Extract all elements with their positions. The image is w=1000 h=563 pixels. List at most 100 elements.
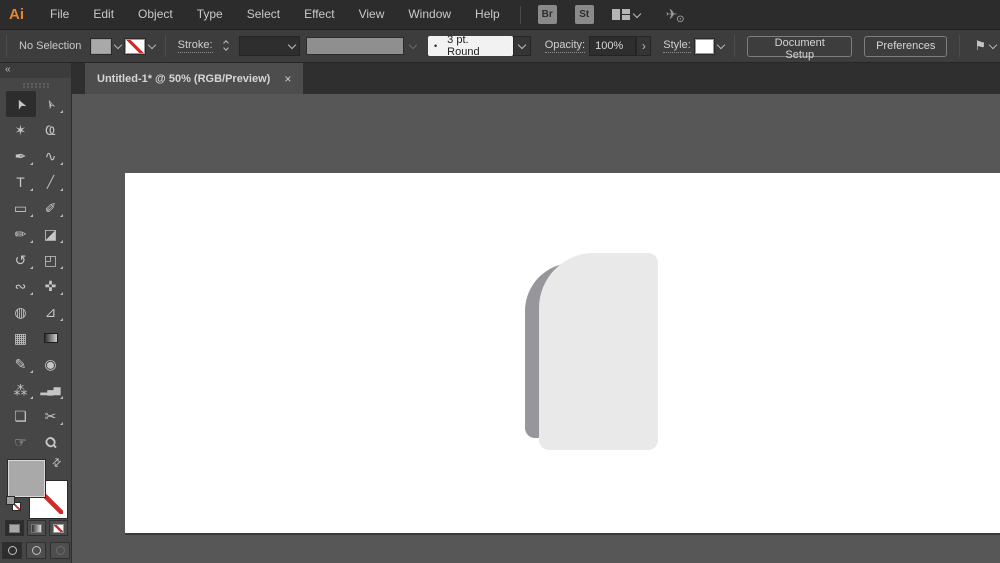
paint-mode-row bbox=[0, 520, 72, 536]
lasso-tool[interactable]: Ҩ bbox=[36, 117, 66, 143]
zoom-tool[interactable]: Ϙ bbox=[36, 429, 66, 455]
document-setup-button[interactable]: Document Setup bbox=[747, 35, 853, 61]
shape-builder-tool[interactable]: ◍ bbox=[6, 299, 36, 325]
canvas-area[interactable] bbox=[72, 94, 1000, 563]
chevron-down-icon[interactable] bbox=[632, 9, 641, 18]
color-button[interactable] bbox=[4, 520, 24, 536]
workspace-switcher-icon[interactable] bbox=[611, 9, 630, 20]
none-button[interactable] bbox=[48, 520, 68, 536]
width-tool-icon: ∾ bbox=[14, 278, 27, 294]
draw-inside-button bbox=[50, 542, 70, 559]
document-tab[interactable]: Untitled-1* @ 50% (RGB/Preview) × bbox=[85, 63, 304, 94]
slice-tool[interactable]: ✂ bbox=[36, 403, 66, 429]
menu-edit[interactable]: Edit bbox=[81, 0, 126, 29]
fill-indicator[interactable] bbox=[7, 459, 46, 498]
curvature-tool[interactable]: ∿ bbox=[36, 143, 66, 169]
draw-normal-icon bbox=[7, 546, 17, 555]
preferences-button[interactable]: Preferences bbox=[864, 35, 948, 57]
stepper-down-icon[interactable] bbox=[222, 44, 229, 51]
gpu-performance-icon[interactable]: ✈ ⊙ bbox=[666, 6, 685, 25]
chevron-down-icon[interactable] bbox=[113, 40, 123, 50]
brush-dropdown-button[interactable] bbox=[512, 36, 531, 56]
color-icon bbox=[8, 523, 20, 533]
hand-tool[interactable]: ☞ bbox=[6, 429, 36, 455]
selection-tool[interactable]: ➤ bbox=[5, 91, 36, 117]
opacity-more-button[interactable]: › bbox=[636, 36, 652, 56]
bridge-button[interactable]: Br bbox=[537, 5, 557, 24]
paintbrush-tool[interactable]: ✐ bbox=[36, 195, 66, 221]
column-graph-tool[interactable]: ▂▄▆ bbox=[36, 377, 66, 403]
chevron-down-icon[interactable] bbox=[147, 40, 156, 50]
menu-select[interactable]: Select bbox=[235, 0, 292, 29]
pencil-tool[interactable]: ✏ bbox=[6, 221, 36, 247]
type-tool[interactable]: T bbox=[6, 169, 36, 195]
width-tool[interactable]: ∾ bbox=[6, 273, 36, 299]
chevron-down-icon bbox=[287, 40, 296, 50]
perspective-grid-tool[interactable]: ⊿ bbox=[36, 299, 66, 325]
illustrator-window: Ai File Edit Object Type Select Effect V… bbox=[0, 0, 1000, 563]
menu-object[interactable]: Object bbox=[126, 0, 185, 29]
select-similar-icon[interactable]: ⚑ bbox=[974, 38, 986, 54]
artboard[interactable] bbox=[125, 173, 1000, 533]
artwork-shape[interactable] bbox=[525, 253, 658, 450]
stroke-color-swatch[interactable] bbox=[124, 37, 146, 55]
divider bbox=[959, 35, 961, 57]
fill-color-swatch[interactable] bbox=[90, 37, 113, 55]
menu-window[interactable]: Window bbox=[396, 0, 463, 29]
eraser-tool-icon: ◪ bbox=[43, 226, 58, 242]
opacity-input[interactable]: 100% bbox=[589, 36, 637, 56]
eraser-tool[interactable]: ◪ bbox=[36, 221, 66, 247]
menu-effect[interactable]: Effect bbox=[292, 0, 346, 29]
draw-behind-icon bbox=[31, 546, 41, 555]
panel-collapse-button[interactable]: « bbox=[0, 63, 71, 78]
chevron-down-icon bbox=[408, 40, 418, 50]
style-label[interactable]: Style: bbox=[663, 39, 691, 53]
artboard-tool[interactable]: ❏ bbox=[6, 403, 36, 429]
opacity-label[interactable]: Opacity: bbox=[544, 39, 586, 53]
rotate-tool[interactable]: ↺ bbox=[6, 247, 36, 273]
rectangle-tool[interactable]: ▭ bbox=[6, 195, 36, 221]
close-icon[interactable]: × bbox=[284, 72, 291, 86]
brush-dot-icon: • bbox=[434, 41, 438, 51]
column-graph-tool-icon: ▂▄▆ bbox=[40, 384, 61, 395]
eyedropper-tool[interactable]: ✎ bbox=[6, 351, 36, 377]
chevron-down-icon[interactable] bbox=[988, 40, 998, 50]
gradient-button[interactable] bbox=[26, 520, 46, 536]
line-segment-tool[interactable]: ╱ bbox=[36, 169, 66, 195]
chevron-down-icon[interactable] bbox=[717, 40, 726, 50]
puppet-warp-tool-icon: ✜ bbox=[44, 278, 57, 294]
direct-selection-tool[interactable]: ➣ bbox=[36, 91, 66, 117]
pen-tool-icon: ✒ bbox=[14, 148, 27, 164]
pen-tool[interactable]: ✒ bbox=[6, 143, 36, 169]
divider bbox=[6, 35, 7, 57]
draw-behind-button[interactable] bbox=[26, 542, 46, 559]
swap-fill-stroke-icon[interactable]: ⇄ bbox=[49, 455, 64, 470]
stock-button[interactable]: St bbox=[574, 5, 594, 24]
stroke-weight-stepper[interactable] bbox=[220, 39, 232, 52]
menu-view[interactable]: View bbox=[347, 0, 397, 29]
draw-normal-button[interactable] bbox=[2, 542, 22, 559]
width-profile-dropdown[interactable] bbox=[305, 37, 405, 55]
menu-file[interactable]: File bbox=[38, 0, 81, 29]
blend-tool-icon: ◉ bbox=[44, 356, 57, 372]
stroke-label[interactable]: Stroke: bbox=[177, 39, 213, 53]
default-fill-stroke-icon[interactable] bbox=[6, 496, 21, 511]
chevron-down-icon bbox=[517, 40, 527, 50]
menu-type[interactable]: Type bbox=[185, 0, 235, 29]
puppet-warp-tool[interactable]: ✜ bbox=[36, 273, 66, 299]
stroke-weight-dropdown[interactable] bbox=[238, 36, 300, 56]
perspective-grid-tool-icon: ⊿ bbox=[44, 304, 57, 320]
brush-definition-dropdown[interactable]: • 3 pt. Round bbox=[428, 34, 513, 58]
graphic-style-swatch[interactable] bbox=[693, 37, 716, 55]
blend-tool[interactable]: ◉ bbox=[36, 351, 66, 377]
panel-grip[interactable] bbox=[22, 83, 49, 88]
symbol-sprayer-tool[interactable]: ⁂ bbox=[6, 377, 36, 403]
slice-tool-icon: ✂ bbox=[44, 408, 57, 424]
mesh-tool[interactable]: ▦ bbox=[6, 325, 36, 351]
hand-tool-icon: ☞ bbox=[14, 434, 27, 450]
scale-tool[interactable]: ◰ bbox=[36, 247, 66, 273]
gradient-tool[interactable] bbox=[36, 325, 66, 351]
menu-help[interactable]: Help bbox=[463, 0, 512, 29]
magic-wand-tool[interactable]: ✶ bbox=[6, 117, 36, 143]
type-tool-icon: T bbox=[16, 174, 25, 190]
